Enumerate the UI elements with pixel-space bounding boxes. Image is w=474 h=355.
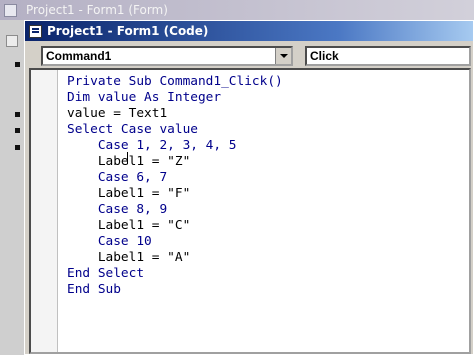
dropdown-arrow-icon[interactable]	[275, 48, 291, 64]
code-line[interactable]: Label1 = "A"	[67, 250, 190, 266]
code-line[interactable]: Case 6, 7	[67, 170, 167, 186]
code-window-title: Project1 - Form1 (Code)	[47, 24, 209, 38]
code-text: End Sub	[67, 282, 121, 297]
code-line[interactable]: Label1 = "Z"	[67, 154, 190, 170]
procedure-combo-value: Click	[310, 49, 339, 63]
toolbox-handle[interactable]	[15, 62, 20, 67]
code-text: Label1 = "C"	[67, 218, 191, 233]
text-cursor-icon	[127, 152, 128, 164]
code-text: Case 10	[67, 234, 152, 249]
background-window-titlebar[interactable]: Project1 - Form1 (Form)	[0, 0, 474, 20]
code-text: Case 8, 9	[67, 202, 168, 217]
background-window-title: Project1 - Form1 (Form)	[26, 3, 168, 17]
code-text: Label1 = "A"	[67, 250, 191, 265]
code-line[interactable]: Dim value As Integer	[67, 90, 221, 106]
code-line[interactable]: Private Sub Command1_Click()	[67, 74, 283, 90]
code-line[interactable]: Label1 = "F"	[67, 186, 190, 202]
toolbox-handle[interactable]	[15, 128, 20, 133]
code-text: Case 6, 7	[67, 170, 168, 185]
object-combo[interactable]: Command1	[41, 46, 293, 66]
code-line[interactable]: Label1 = "C"	[67, 218, 190, 234]
toolbox-handle[interactable]	[15, 145, 20, 150]
code-line[interactable]: Case 10	[67, 234, 152, 250]
code-editor[interactable]: Private Sub Command1_Click() Dim value A…	[29, 68, 471, 354]
code-line[interactable]: Select Case value	[67, 122, 198, 138]
code-text: Select Case value	[67, 122, 198, 137]
code-line[interactable]: Case 1, 2, 3, 4, 5	[67, 138, 237, 154]
code-line[interactable]: Case 8, 9	[67, 202, 167, 218]
toolbox-handle[interactable]	[15, 112, 20, 117]
code-line[interactable]: value = Text1	[67, 106, 167, 122]
code-text: Case 1, 2, 3, 4, 5	[67, 138, 237, 153]
code-text: value = Text1	[67, 106, 168, 121]
vb-code-icon	[29, 25, 42, 38]
object-combo-value: Command1	[46, 49, 112, 63]
toolbox-tool-icon[interactable]	[6, 35, 18, 47]
toolbox-panel	[0, 20, 25, 355]
code-text: Dim value As Integer	[67, 90, 222, 105]
code-text: Private Sub Command1_Click()	[67, 74, 283, 89]
code-text: End Select	[67, 266, 145, 281]
procedure-combo[interactable]: Click	[305, 46, 471, 66]
code-line[interactable]: End Sub	[67, 282, 121, 298]
code-text: Label1 = "F"	[67, 186, 191, 201]
code-line[interactable]: End Select	[67, 266, 144, 282]
code-gutter	[31, 70, 58, 352]
code-text: Label1 = "Z"	[67, 154, 191, 169]
code-window-titlebar[interactable]: Project1 - Form1 (Code)	[25, 21, 473, 41]
vb-form-icon	[4, 4, 17, 17]
code-window: Project1 - Form1 (Code) Command1 Click P…	[24, 20, 474, 355]
